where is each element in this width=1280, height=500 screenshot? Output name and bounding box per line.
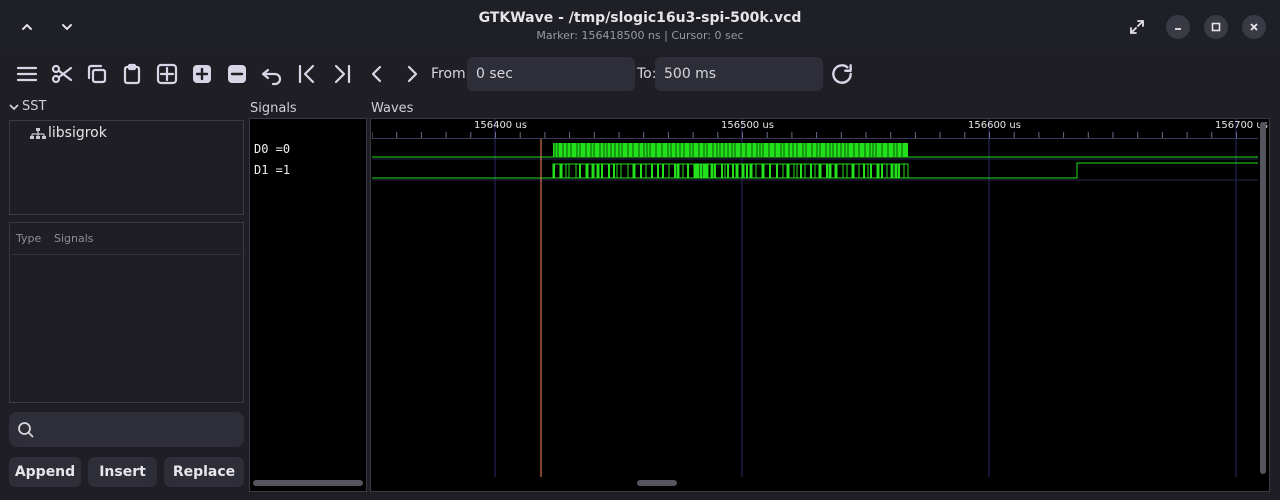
col-signals[interactable]: Signals — [54, 232, 94, 245]
sst-expander-icon[interactable] — [8, 101, 20, 113]
close-icon — [1250, 23, 1258, 31]
header-divider — [12, 254, 241, 255]
tick-label-2: 156600 us — [968, 120, 1021, 131]
copy-button[interactable] — [82, 59, 112, 89]
cut-button[interactable] — [47, 59, 77, 89]
sst-header: SST — [22, 99, 47, 114]
waves-header: Waves — [371, 101, 414, 116]
minimize-icon — [1175, 28, 1181, 30]
trace-d1-tail — [908, 162, 1258, 179]
minus-icon — [228, 65, 246, 83]
waves-hscrollbar[interactable] — [637, 480, 677, 486]
fullscreen-button[interactable] — [1122, 12, 1152, 42]
copy-icon — [87, 64, 107, 84]
select-all-icon — [156, 63, 178, 85]
close-button[interactable] — [1242, 15, 1266, 39]
maximize-icon — [1211, 22, 1221, 32]
signals-scrollbar[interactable] — [253, 480, 363, 486]
prev-button[interactable] — [362, 59, 392, 89]
scissors-icon — [51, 64, 73, 84]
window-title: GTKWave - /tmp/slogic16u3-spi-500k.vcd — [478, 10, 802, 26]
signal-d0[interactable]: D0 =0 — [254, 142, 290, 156]
from-input[interactable]: 0 sec — [467, 57, 635, 91]
replace-button[interactable]: Replace — [164, 457, 244, 487]
to-label: To: — [637, 66, 657, 82]
trace-d1-burst-frame — [552, 163, 909, 179]
zoom-to-start-button[interactable] — [292, 59, 322, 89]
window-subtitle: Marker: 156418500 ns | Cursor: 0 sec — [536, 29, 744, 42]
tick-label-0: 156400 us — [474, 120, 527, 131]
col-type[interactable]: Type — [16, 232, 41, 245]
paste-button[interactable] — [117, 59, 147, 89]
reload-button[interactable] — [827, 59, 857, 89]
wave-traces — [372, 143, 1258, 179]
tick-label-1: 156500 us — [721, 120, 774, 131]
minimize-button[interactable] — [1166, 15, 1190, 39]
next-button[interactable] — [397, 59, 427, 89]
waves-vscrollbar[interactable] — [1260, 122, 1266, 474]
maximize-button[interactable] — [1204, 15, 1228, 39]
undo-icon — [261, 68, 282, 86]
time-ruler — [372, 132, 1258, 139]
from-label: From: — [431, 66, 471, 82]
reload-icon — [832, 64, 852, 84]
last-icon — [334, 64, 351, 84]
zoom-out-button[interactable] — [222, 59, 252, 89]
menu-button[interactable] — [12, 59, 42, 89]
select-all-button[interactable] — [152, 59, 182, 89]
search-input[interactable] — [9, 412, 244, 447]
chevron-left-icon — [371, 65, 382, 83]
insert-button[interactable]: Insert — [88, 457, 157, 487]
to-input[interactable]: 500 ms — [655, 57, 823, 91]
search-icon — [18, 422, 34, 438]
first-icon — [298, 64, 315, 84]
wave-canvas[interactable] — [372, 119, 1258, 477]
trace-d0-burst — [553, 143, 908, 157]
signal-d1[interactable]: D1 =1 — [254, 163, 290, 177]
zoom-to-end-button[interactable] — [327, 59, 357, 89]
expand-icon — [1130, 20, 1144, 34]
tree-item-libsigrok[interactable]: libsigrok — [48, 125, 107, 141]
chevron-right-icon — [407, 65, 418, 83]
clipboard-icon — [123, 63, 141, 85]
signal-list — [9, 222, 244, 403]
signals-header: Signals — [250, 101, 297, 116]
append-button[interactable]: Append — [9, 457, 81, 487]
zoom-in-button[interactable] — [187, 59, 217, 89]
plus-icon — [193, 65, 211, 83]
hamburger-icon — [16, 66, 38, 82]
undo-zoom-button[interactable] — [257, 59, 287, 89]
hierarchy-icon — [30, 128, 46, 139]
